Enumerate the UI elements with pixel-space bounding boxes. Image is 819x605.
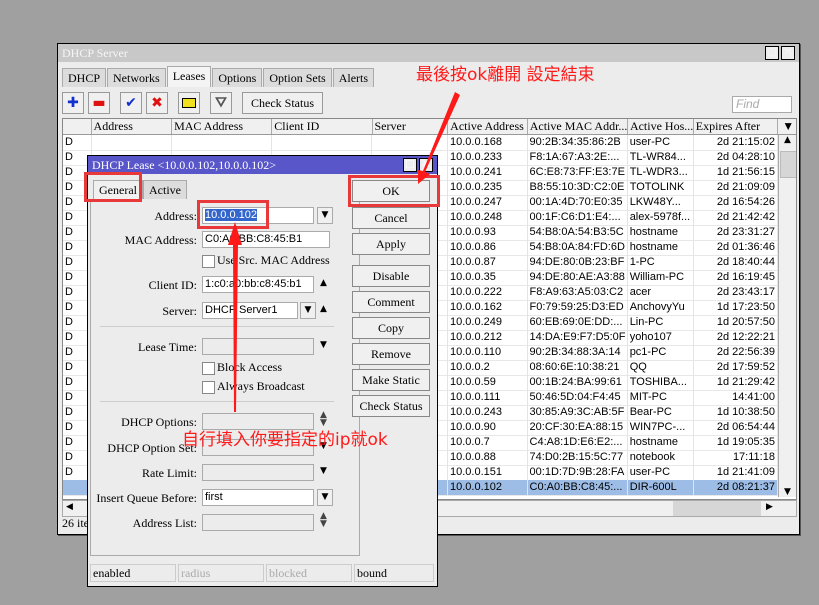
arrow-to-ok bbox=[418, 92, 460, 184]
arrow-to-address bbox=[228, 222, 242, 245]
annotation-middle: 自行填入你要指定的ip就ok bbox=[182, 430, 388, 450]
annotation-top: 最後按ok離開 設定結束 bbox=[416, 65, 595, 85]
arrow-shaft-address bbox=[233, 245, 238, 412]
annotation-arrows bbox=[228, 92, 460, 412]
